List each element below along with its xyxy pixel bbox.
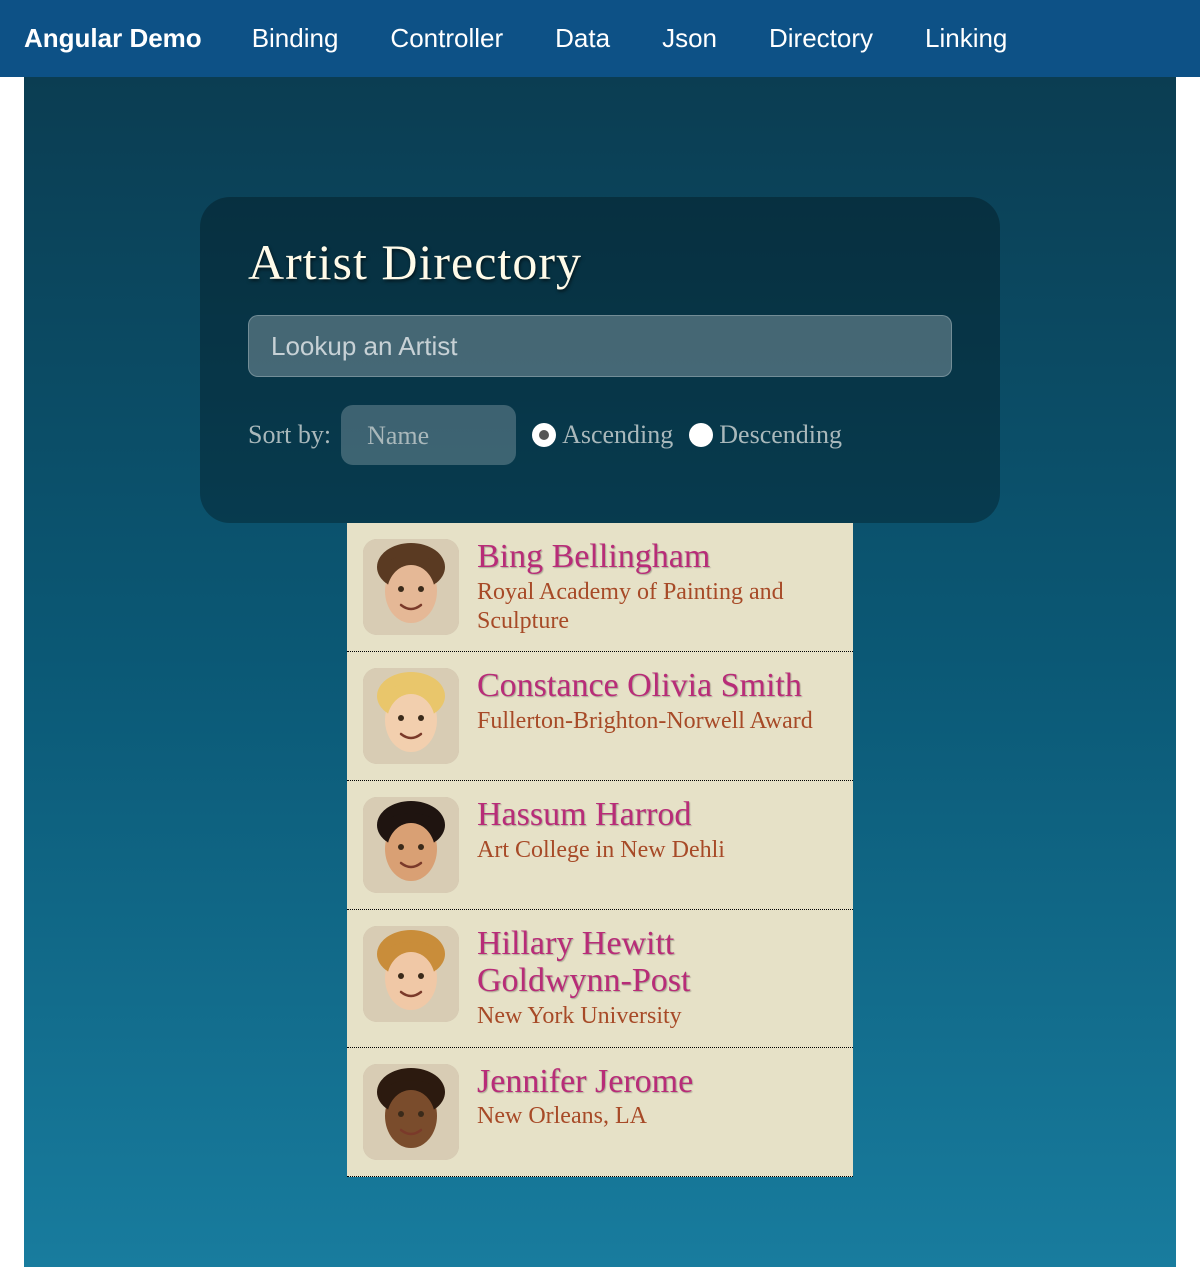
search-input[interactable] [248,315,952,377]
nav-link-directory[interactable]: Directory [769,23,873,54]
navbar: Angular Demo Binding Controller Data Jso… [0,0,1200,77]
sort-row: Sort by: Name Ascending Descending [248,405,952,465]
page-background: Artist Directory Sort by: Name Ascending… [24,77,1176,1267]
artist-list: Bing Bellingham Royal Academy of Paintin… [347,523,853,1177]
artist-sub: Fullerton-Brighton-Norwell Award [477,707,837,736]
sort-ascending-radio[interactable]: Ascending [532,420,673,450]
nav-link-binding[interactable]: Binding [252,23,339,54]
nav-link-data[interactable]: Data [555,23,610,54]
brand[interactable]: Angular Demo [24,23,202,54]
radio-icon [532,423,556,447]
page-title: Artist Directory [248,233,952,291]
sort-label: Sort by: [248,420,331,450]
sort-select[interactable]: Name [341,405,516,465]
sort-descending-label: Descending [719,420,842,450]
artist-name: Bing Bellingham [477,539,837,576]
nav-link-controller[interactable]: Controller [390,23,503,54]
avatar [363,539,459,635]
artist-item[interactable]: Bing Bellingham Royal Academy of Paintin… [347,523,853,652]
radio-icon [689,423,713,447]
artist-item[interactable]: Jennifer Jerome New Orleans, LA [347,1048,853,1177]
artist-sub: Art College in New Dehli [477,836,837,865]
artist-name: Constance Olivia Smith [477,668,837,705]
artist-sub: New Orleans, LA [477,1102,837,1131]
artist-info: Hassum Harrod Art College in New Dehli [477,797,837,893]
artist-sub: Royal Academy of Painting and Sculpture [477,578,837,636]
sort-descending-radio[interactable]: Descending [689,420,842,450]
avatar [363,926,459,1022]
artist-info: Hillary Hewitt Goldwynn-Post New York Un… [477,926,837,1030]
artist-item[interactable]: Hassum Harrod Art College in New Dehli [347,781,853,910]
artist-item[interactable]: Hillary Hewitt Goldwynn-Post New York Un… [347,910,853,1047]
artist-item[interactable]: Constance Olivia Smith Fullerton-Brighto… [347,652,853,781]
artist-name: Hassum Harrod [477,797,837,834]
sort-ascending-label: Ascending [562,420,673,450]
artist-info: Bing Bellingham Royal Academy of Paintin… [477,539,837,635]
search-card: Artist Directory Sort by: Name Ascending… [200,197,1000,523]
avatar [363,797,459,893]
artist-info: Constance Olivia Smith Fullerton-Brighto… [477,668,837,764]
artist-name: Hillary Hewitt Goldwynn-Post [477,926,837,999]
artist-name: Jennifer Jerome [477,1064,837,1101]
artist-info: Jennifer Jerome New Orleans, LA [477,1064,837,1160]
avatar [363,1064,459,1160]
nav-link-linking[interactable]: Linking [925,23,1007,54]
nav-link-json[interactable]: Json [662,23,717,54]
avatar [363,668,459,764]
artist-sub: New York University [477,1002,837,1031]
